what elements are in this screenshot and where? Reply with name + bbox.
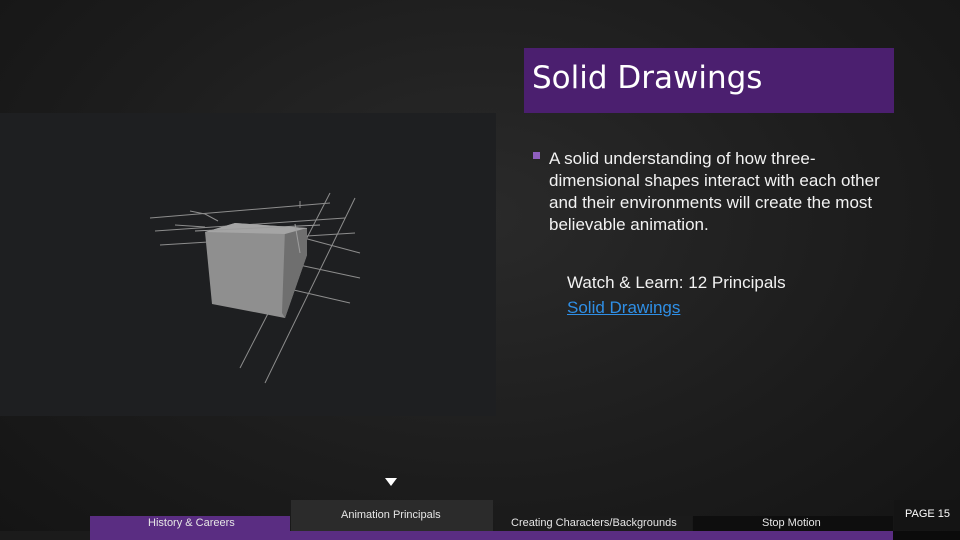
- cube-illustration: [0, 113, 496, 416]
- strip-right: [893, 531, 960, 540]
- bottom-accent-strip: [0, 531, 960, 540]
- triangle-down-icon: [385, 478, 397, 486]
- nav-label: Animation Principals: [341, 509, 441, 521]
- slide-title: Solid Drawings: [532, 60, 763, 96]
- cube-grid-svg: [149, 192, 361, 384]
- bullet-square-icon: [533, 152, 540, 159]
- nav-label: Stop Motion: [762, 517, 821, 529]
- strip-left: [0, 531, 90, 540]
- solid-drawings-link[interactable]: Solid Drawings: [567, 295, 786, 320]
- page-number: PAGE 15: [894, 500, 960, 530]
- nav-animation-principals[interactable]: Animation Principals: [291, 500, 493, 535]
- bullet-text: A solid understanding of how three-dimen…: [549, 149, 880, 234]
- title-box: Solid Drawings: [524, 48, 894, 113]
- nav-label: Creating Characters/Backgrounds: [511, 517, 677, 529]
- nav-label: History & Careers: [148, 517, 235, 529]
- nav-creating-characters[interactable]: Creating Characters/Backgrounds: [495, 516, 692, 531]
- slide: Solid Drawings A solid understanding of …: [0, 0, 960, 540]
- watch-label: Watch & Learn: 12 Principals: [567, 273, 786, 292]
- bullet-item: A solid understanding of how three-dimen…: [533, 148, 903, 236]
- page-label: PAGE 15: [905, 508, 951, 520]
- nav-history-careers[interactable]: History & Careers: [90, 516, 290, 531]
- watch-and-learn: Watch & Learn: 12 Principals Solid Drawi…: [567, 270, 786, 320]
- nav-stop-motion[interactable]: Stop Motion: [693, 516, 893, 531]
